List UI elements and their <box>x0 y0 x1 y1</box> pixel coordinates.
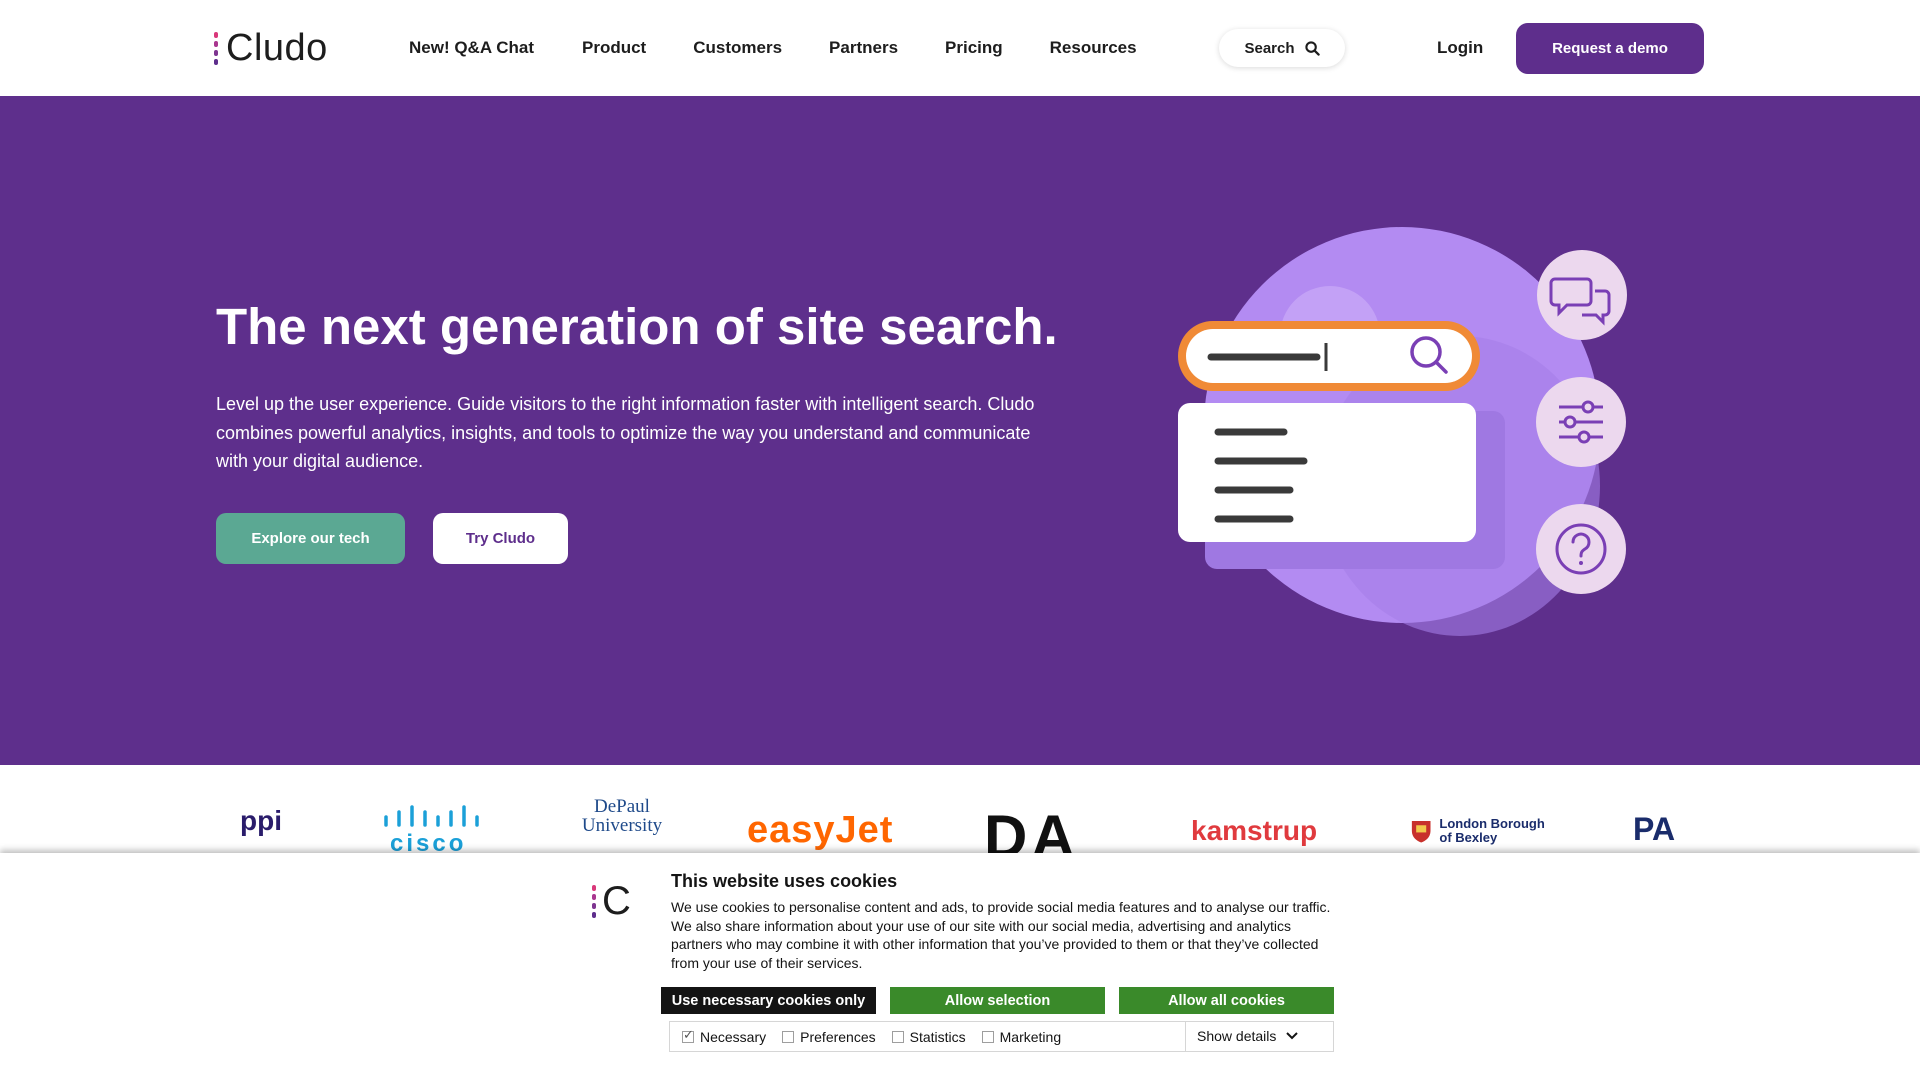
option-label: Statistics <box>909 1028 966 1045</box>
customer-logo-ppi: ppi <box>240 805 282 836</box>
site-header: Cludo New! Q&A Chat Product Customers Pa… <box>0 0 1920 96</box>
allow-selection-button[interactable]: Allow selection <box>890 987 1105 1014</box>
search-icon <box>1304 40 1320 56</box>
search-button[interactable]: Search <box>1219 29 1345 67</box>
request-demo-button[interactable]: Request a demo <box>1516 23 1704 74</box>
chevron-down-icon <box>1286 1032 1299 1040</box>
sliders-icon <box>1536 377 1626 467</box>
show-details-toggle[interactable]: Show details <box>1197 1028 1299 1044</box>
option-label: Necessary <box>700 1028 767 1045</box>
hero-title: The next generation of site search. <box>216 298 1058 355</box>
customer-logo-bexley: London Borough of Bexley <box>1409 807 1559 855</box>
option-marketing[interactable]: Marketing <box>981 1028 1062 1045</box>
logo-dots-icon <box>592 884 596 918</box>
try-cludo-button[interactable]: Try Cludo <box>433 513 568 564</box>
options-divider <box>1185 1022 1186 1051</box>
cookie-banner-logo: C <box>592 879 631 923</box>
option-label: Marketing <box>999 1028 1062 1045</box>
customer-logo-depaul: DePaul University <box>581 796 663 836</box>
cookie-options-bar: Necessary Preferences Statistics Marketi… <box>669 1021 1334 1052</box>
customer-logos-strip: ppi cisco DePaul University easyJet DA k… <box>0 765 1920 855</box>
main-nav: New! Q&A Chat Product Customers Partners… <box>409 36 1137 60</box>
cookie-logo-text: C <box>602 879 632 923</box>
checkbox-statistics[interactable] <box>891 1030 904 1043</box>
nav-item-partners[interactable]: Partners <box>829 36 898 60</box>
nav-item-product[interactable]: Product <box>582 36 646 60</box>
checkbox-necessary[interactable] <box>682 1027 694 1043</box>
show-details-label: Show details <box>1197 1028 1277 1044</box>
nav-item-qa-chat[interactable]: New! Q&A Chat <box>409 36 534 60</box>
chat-bubbles-icon <box>1537 250 1627 340</box>
option-label: Preferences <box>800 1028 876 1045</box>
option-preferences[interactable]: Preferences <box>782 1028 876 1045</box>
logo-text: Cludo <box>226 27 328 69</box>
customer-logo-pa: PA <box>1633 811 1676 847</box>
logo-dots-icon <box>214 31 218 65</box>
search-label: Search <box>1244 39 1295 57</box>
option-necessary[interactable]: Necessary <box>682 1027 767 1045</box>
customer-logo-easyjet: easyJet <box>747 809 894 851</box>
site-search-illustration <box>1178 227 1627 636</box>
nav-item-customers[interactable]: Customers <box>693 36 782 60</box>
cookie-title: This website uses cookies <box>671 871 898 891</box>
hero-section: The next generation of site search. Leve… <box>0 96 1920 765</box>
checkbox-preferences[interactable] <box>782 1030 795 1043</box>
checkbox-marketing[interactable] <box>981 1030 994 1043</box>
login-link[interactable]: Login <box>1437 36 1483 60</box>
bexley-crest-icon <box>1411 820 1431 843</box>
help-question-icon <box>1536 504 1626 594</box>
necessary-cookies-button[interactable]: Use necessary cookies only <box>661 987 876 1014</box>
option-statistics[interactable]: Statistics <box>891 1028 966 1045</box>
customer-logo-cisco: cisco <box>382 805 482 855</box>
nav-item-resources[interactable]: Resources <box>1050 36 1137 60</box>
cookie-description: We use cookies to personalise content an… <box>671 899 1331 971</box>
explore-tech-button[interactable]: Explore our tech <box>216 513 405 564</box>
nav-item-pricing[interactable]: Pricing <box>945 36 1003 60</box>
customer-logo-kamstrup: kamstrup <box>1191 815 1318 846</box>
customer-logo-da: DA <box>984 803 1079 856</box>
cludo-logo[interactable]: Cludo <box>214 26 328 70</box>
hero-description: Level up the user experience. Guide visi… <box>216 394 1035 471</box>
cookie-consent-banner: C This website uses cookies We use cooki… <box>0 853 1920 1080</box>
allow-all-cookies-button[interactable]: Allow all cookies <box>1119 987 1334 1014</box>
